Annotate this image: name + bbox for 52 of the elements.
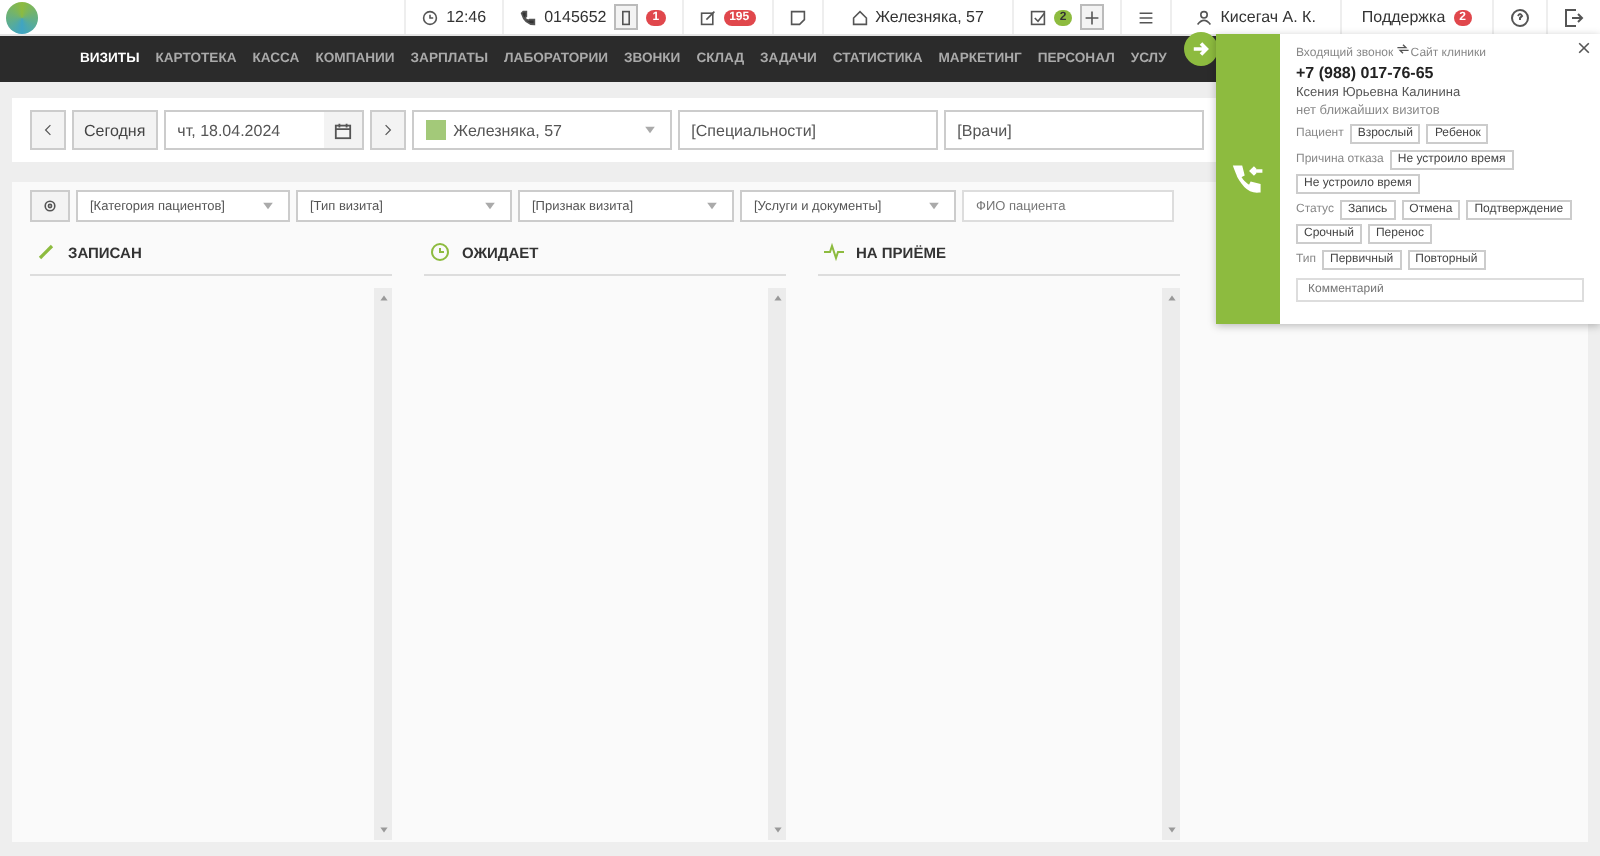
caret-icon xyxy=(482,198,498,214)
previous-button[interactable] xyxy=(30,110,66,150)
arrow-right-icon xyxy=(1192,40,1210,58)
logo-icon[interactable] xyxy=(6,1,38,33)
scrollbar[interactable] xyxy=(1162,288,1180,840)
today-button[interactable]: Сегодня xyxy=(72,110,158,150)
scrollbar[interactable] xyxy=(374,288,392,840)
plus-icon xyxy=(1084,9,1101,25)
list-icon xyxy=(1138,9,1155,25)
caret-icon xyxy=(926,198,942,214)
calendar-icon xyxy=(333,121,352,139)
scrollbar[interactable] xyxy=(768,288,786,840)
home-icon xyxy=(851,9,868,25)
logout-icon xyxy=(1564,7,1584,27)
calendar-button[interactable] xyxy=(323,112,362,148)
chevron-left-icon xyxy=(42,122,54,138)
chevron-right-icon xyxy=(381,122,394,138)
caret-icon xyxy=(641,122,658,138)
edit-icon xyxy=(699,9,716,25)
scroll-up-icon xyxy=(771,292,783,304)
phone-icon xyxy=(520,9,537,25)
specialties-field[interactable]: [Специальности] xyxy=(677,110,938,150)
settings-button[interactable] xyxy=(30,190,70,222)
caret-icon xyxy=(704,198,720,214)
mobile-button[interactable] xyxy=(614,4,639,30)
note-icon xyxy=(789,9,806,25)
help-icon xyxy=(1510,7,1530,27)
time-text: 12:46 xyxy=(446,8,487,26)
scroll-down-icon xyxy=(1165,824,1177,836)
caret-icon xyxy=(260,198,276,214)
clinic-address[interactable]: Железняка, 57 xyxy=(875,8,984,26)
clock-icon xyxy=(422,9,439,25)
checkbox-icon xyxy=(1029,9,1046,25)
user-icon xyxy=(1196,9,1213,25)
clock-icon xyxy=(430,242,450,262)
close-icon xyxy=(1576,40,1592,56)
mobile-icon xyxy=(618,9,635,25)
scroll-down-icon xyxy=(377,824,389,836)
user-name[interactable]: Кисегач А. К. xyxy=(1220,8,1316,26)
date-field[interactable]: чт, 18.04.2024 xyxy=(163,110,364,150)
clinic-dropdown[interactable]: Железняка, 57 xyxy=(411,110,672,150)
pulse-icon xyxy=(824,242,844,262)
scroll-up-icon xyxy=(377,292,389,304)
incoming-call-icon xyxy=(1230,161,1266,197)
phone-number: 0145652 xyxy=(544,8,607,26)
doctors-field[interactable]: [Врачи] xyxy=(943,110,1204,150)
add-button[interactable] xyxy=(1080,4,1105,30)
caller-phone: +7 (988) 017-76-65 xyxy=(1296,64,1434,82)
scroll-down-icon xyxy=(771,824,783,836)
support-link[interactable]: Поддержка xyxy=(1361,8,1446,26)
scroll-up-icon xyxy=(1165,292,1177,304)
source-icon xyxy=(1396,42,1411,56)
